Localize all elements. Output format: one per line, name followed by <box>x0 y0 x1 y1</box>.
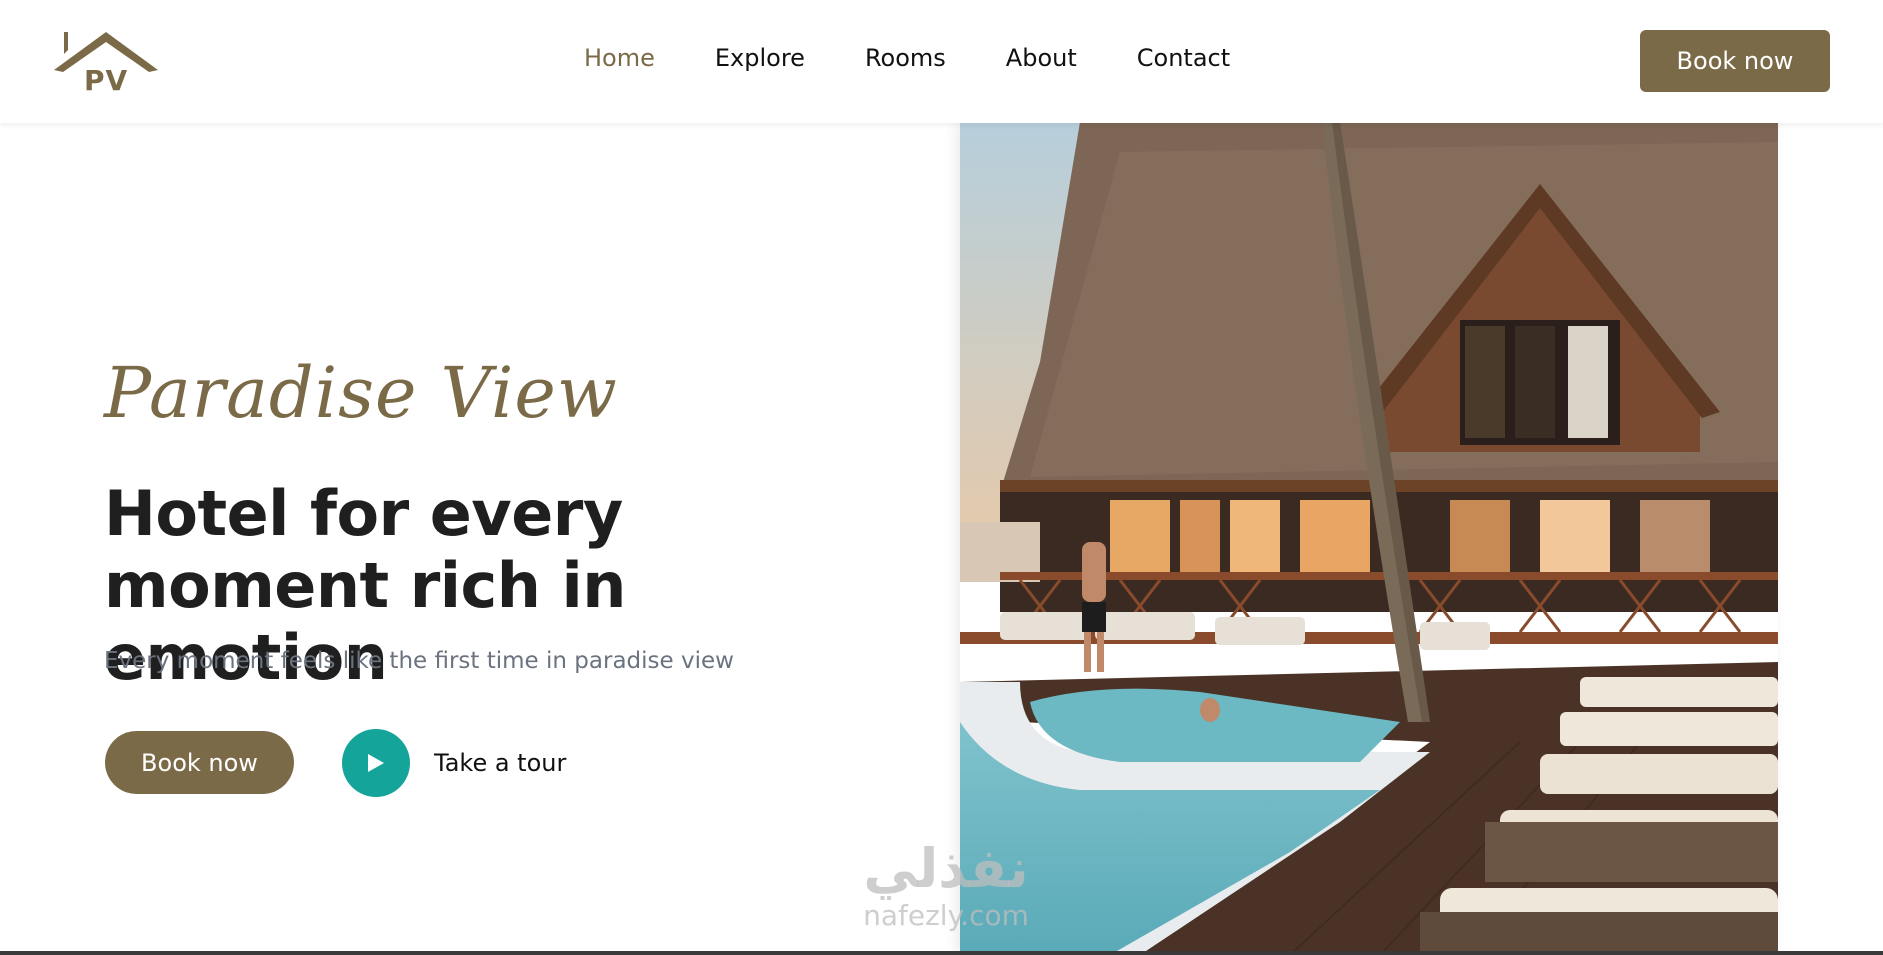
hero-script-title: Paradise View <box>104 352 618 434</box>
logo[interactable]: PV <box>54 30 158 97</box>
hero-photo <box>960 122 1778 955</box>
hero-book-now-button[interactable]: Book now <box>105 731 294 794</box>
watermark: نفذلي nafezly.com <box>836 838 1056 932</box>
main-nav: Home Explore Rooms About Contact <box>584 44 1290 72</box>
site-header: PV Home Explore Rooms About Contact Book… <box>0 0 1883 123</box>
play-icon <box>368 754 384 772</box>
hero-subtitle: Every moment feels like the first time i… <box>104 648 734 674</box>
nav-rooms[interactable]: Rooms <box>865 44 946 72</box>
watermark-arabic: نفذلي <box>863 837 1029 900</box>
nav-explore[interactable]: Explore <box>715 44 805 72</box>
hotel-pool-photo-icon <box>960 122 1778 955</box>
window-bottom-border <box>0 951 1883 955</box>
watermark-latin: nafezly.com <box>863 899 1029 932</box>
nav-home[interactable]: Home <box>584 44 655 72</box>
header-book-now-button[interactable]: Book now <box>1640 30 1830 92</box>
play-button[interactable] <box>342 729 410 797</box>
nav-about[interactable]: About <box>1006 44 1077 72</box>
nav-contact[interactable]: Contact <box>1137 44 1230 72</box>
take-a-tour-button[interactable]: Take a tour <box>342 729 566 797</box>
logo-text: PV <box>84 64 129 97</box>
take-a-tour-label: Take a tour <box>434 749 567 777</box>
